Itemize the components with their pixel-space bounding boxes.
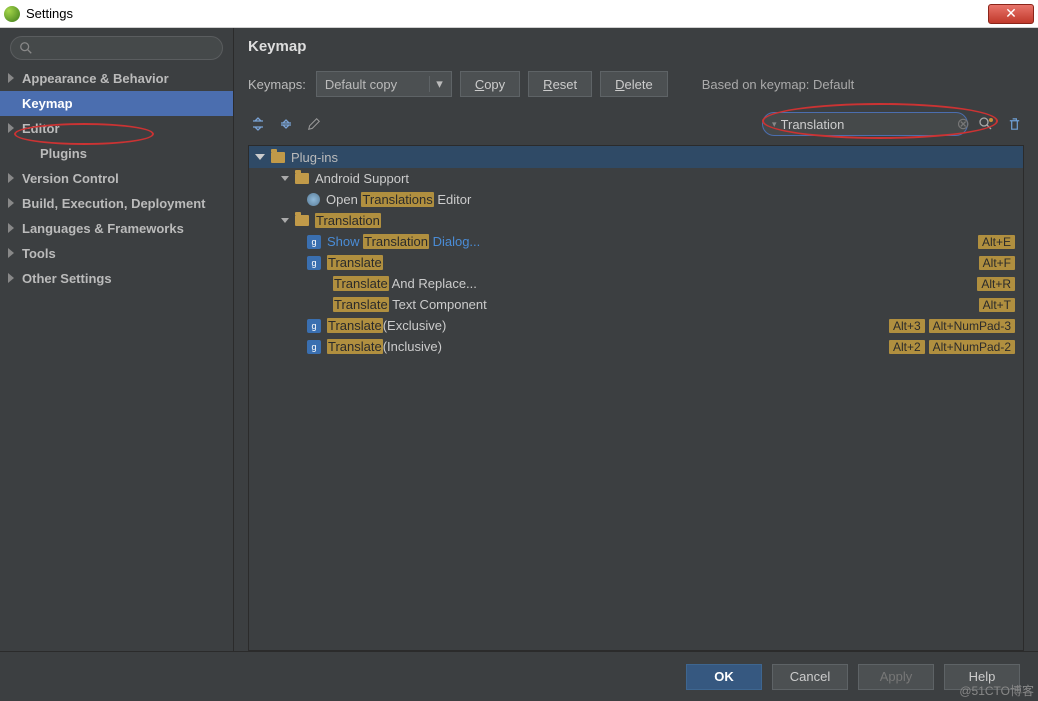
app-icon <box>4 6 20 22</box>
reset-button[interactable]: Reset <box>528 71 592 97</box>
keymaps-value: Default copy <box>325 77 397 92</box>
sidebar-item-tools[interactable]: Tools <box>0 241 233 266</box>
shortcut-badge: Alt+2 <box>889 340 925 354</box>
tree-item-translate-and-replace[interactable]: Translate And Replace... Alt+R <box>249 273 1023 294</box>
tree-node-translation[interactable]: Translation <box>249 210 1023 231</box>
window-title: Settings <box>26 6 988 21</box>
ok-button[interactable]: OK <box>686 664 762 690</box>
chevron-down-icon <box>281 176 289 181</box>
sidebar-item-version-control[interactable]: Version Control <box>0 166 233 191</box>
sidebar-items: Appearance & Behavior Keymap Editor Plug… <box>0 66 233 291</box>
sidebar-item-appearance[interactable]: Appearance & Behavior <box>0 66 233 91</box>
clear-search-icon[interactable]: ⊗ <box>957 114 970 134</box>
edit-icon[interactable] <box>304 114 324 134</box>
tree-item-translate-inclusive[interactable]: g Translate(Inclusive) Alt+2Alt+NumPad-2 <box>249 336 1023 357</box>
shortcut-badge: Alt+E <box>978 235 1015 249</box>
expand-all-icon[interactable] <box>248 114 268 134</box>
tree-node-android-support[interactable]: Android Support <box>249 168 1023 189</box>
window-titlebar: Settings ✕ <box>0 0 1038 28</box>
tree-item-translate-text-component[interactable]: Translate Text Component Alt+T <box>249 294 1023 315</box>
search-icon <box>19 41 33 55</box>
sidebar-item-languages[interactable]: Languages & Frameworks <box>0 216 233 241</box>
globe-icon <box>307 193 320 206</box>
chevron-down-icon <box>255 154 265 160</box>
window-close-button[interactable]: ✕ <box>988 4 1034 24</box>
sidebar-item-editor[interactable]: Editor <box>0 116 233 141</box>
settings-sidebar: Appearance & Behavior Keymap Editor Plug… <box>0 28 234 651</box>
panel-title: Keymap <box>248 38 1024 55</box>
sidebar-search-input[interactable] <box>10 36 223 60</box>
keymaps-dropdown[interactable]: Default copy ▾ <box>316 71 452 97</box>
sidebar-item-plugins[interactable]: Plugins <box>0 141 233 166</box>
folder-icon <box>295 215 309 226</box>
action-search-input[interactable]: ▾ ⊗ <box>762 112 968 136</box>
shortcut-badge: Alt+3 <box>889 319 925 333</box>
based-on-label: Based on keymap: Default <box>702 77 854 92</box>
action-icon: g <box>307 235 321 249</box>
delete-button[interactable]: Delete <box>600 71 668 97</box>
action-icon: g <box>307 340 321 354</box>
apply-button[interactable]: Apply <box>858 664 934 690</box>
search-field[interactable] <box>777 117 957 132</box>
copy-button[interactable]: Copy <box>460 71 520 97</box>
sidebar-item-other[interactable]: Other Settings <box>0 266 233 291</box>
action-icon: g <box>307 319 321 333</box>
tree-item-translate-exclusive[interactable]: g Translate(Exclusive) Alt+3Alt+NumPad-3 <box>249 315 1023 336</box>
tree-root-plugins[interactable]: Plug-ins <box>249 146 1023 168</box>
find-by-shortcut-icon[interactable] <box>976 114 996 134</box>
cancel-button[interactable]: Cancel <box>772 664 848 690</box>
collapse-all-icon[interactable] <box>276 114 296 134</box>
chevron-down-icon <box>281 218 289 223</box>
tree-item-show-translation-dialog[interactable]: g Show Translation Dialog... Alt+E <box>249 231 1023 252</box>
dialog-button-bar: OK Cancel Apply Help <box>0 651 1038 701</box>
trash-icon[interactable] <box>1004 114 1024 134</box>
shortcut-badge: Alt+F <box>979 256 1015 270</box>
folder-icon <box>295 173 309 184</box>
tree-item-open-translations-editor[interactable]: Open Translations Editor <box>249 189 1023 210</box>
keymaps-row: Keymaps: Default copy ▾ Copy Reset Delet… <box>248 71 1024 97</box>
sidebar-item-build[interactable]: Build, Execution, Deployment <box>0 191 233 216</box>
shortcut-badge: Alt+NumPad-3 <box>929 319 1015 333</box>
help-button[interactable]: Help <box>944 664 1020 690</box>
sidebar-item-keymap[interactable]: Keymap <box>0 91 233 116</box>
shortcut-badge: Alt+NumPad-2 <box>929 340 1015 354</box>
shortcut-badge: Alt+R <box>977 277 1015 291</box>
keymap-panel: Keymap Keymaps: Default copy ▾ Copy Rese… <box>234 28 1038 651</box>
keymap-tree[interactable]: Plug-ins Android Support Open Translatio… <box>248 145 1024 651</box>
action-icon: g <box>307 256 321 270</box>
keymaps-label: Keymaps: <box>248 77 306 92</box>
chevron-down-icon: ▾ <box>429 76 443 92</box>
tools-row: ▾ ⊗ <box>248 109 1024 139</box>
tree-item-translate[interactable]: g Translate Alt+F <box>249 252 1023 273</box>
folder-icon <box>271 152 285 163</box>
shortcut-badge: Alt+T <box>979 298 1015 312</box>
